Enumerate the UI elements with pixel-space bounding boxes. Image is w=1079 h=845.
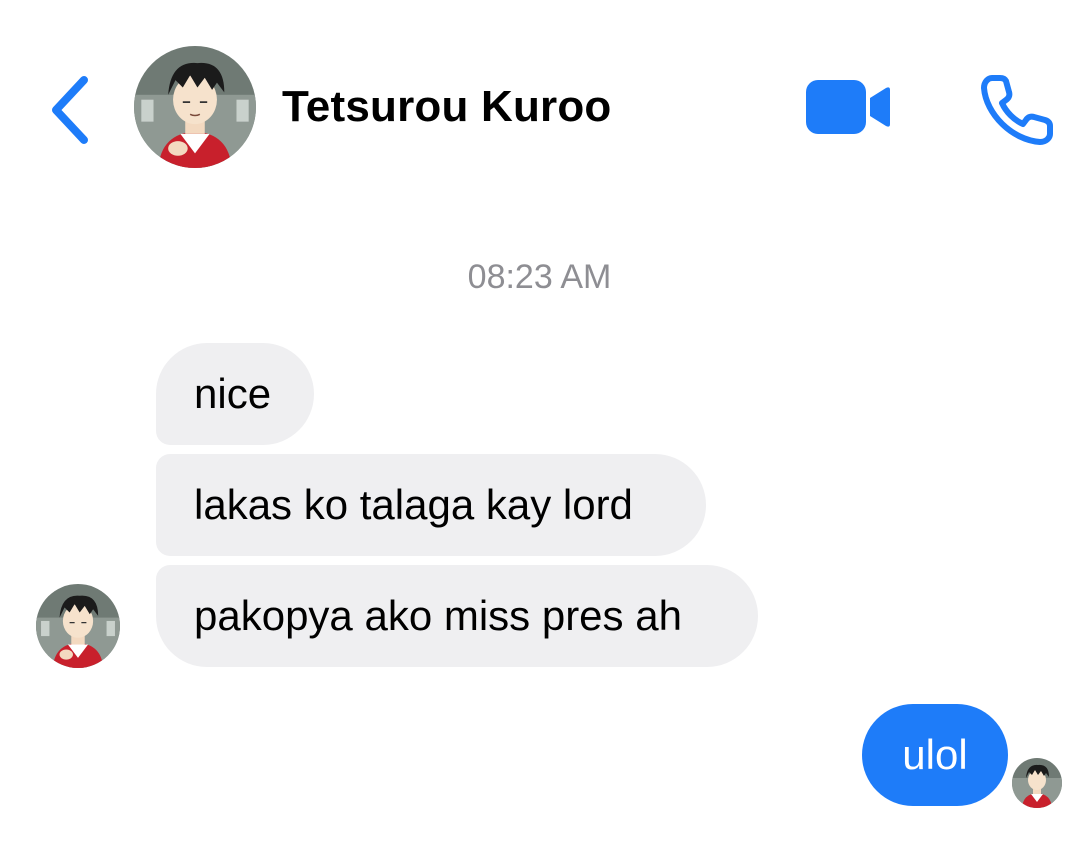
- contact-name[interactable]: Tetsurou Kuroo: [282, 82, 612, 132]
- chevron-left-icon: [52, 76, 88, 144]
- video-camera-icon: [806, 80, 890, 134]
- seen-indicator-avatar: [1012, 758, 1062, 808]
- audio-call-button[interactable]: [976, 70, 1060, 150]
- video-call-button[interactable]: [800, 72, 896, 144]
- phone-icon: [981, 75, 1053, 145]
- incoming-message-bubble[interactable]: lakas ko talaga kay lord: [156, 454, 706, 556]
- avatar-image: [134, 46, 256, 168]
- back-button[interactable]: [40, 70, 100, 150]
- contact-avatar[interactable]: [134, 46, 256, 168]
- incoming-message-bubble[interactable]: nice: [156, 343, 314, 445]
- incoming-message-bubble[interactable]: pakopya ako miss pres ah: [156, 565, 758, 667]
- sender-avatar[interactable]: [36, 584, 120, 668]
- message-timestamp: 08:23 AM: [467, 258, 612, 296]
- outgoing-message-bubble[interactable]: ulol: [862, 704, 1008, 806]
- avatar-image: [36, 584, 120, 668]
- avatar-image: [1012, 758, 1062, 808]
